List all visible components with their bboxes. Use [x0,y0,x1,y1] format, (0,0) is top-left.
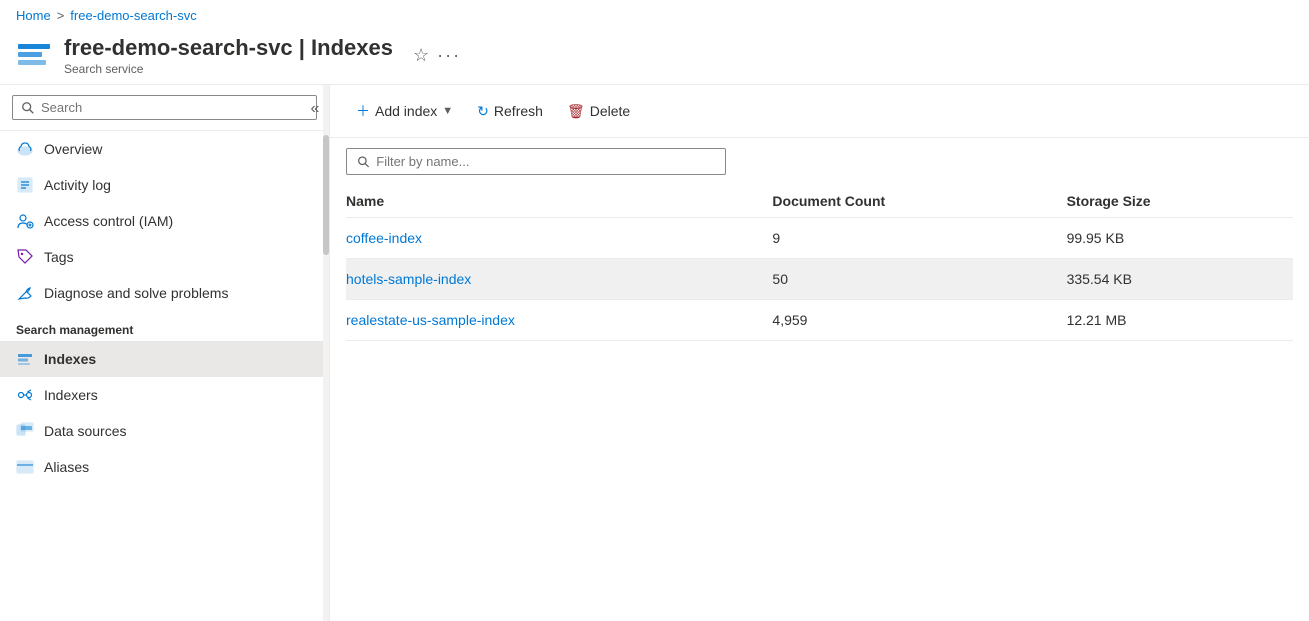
refresh-label: Refresh [494,103,543,119]
col-storage: Storage Size [1067,185,1293,218]
indexers-icon [16,386,34,404]
sidebar: « Overview [0,85,330,621]
log-icon [16,176,34,194]
sidebar-item-indexers[interactable]: Indexers [0,377,329,413]
filter-input-container[interactable] [346,148,726,175]
sidebar-item-diagnose-label: Diagnose and solve problems [44,285,228,301]
iam-icon [16,212,34,230]
breadcrumb-current[interactable]: free-demo-search-svc [70,8,196,23]
header-actions: ☆ ··· [413,45,461,66]
breadcrumb-home[interactable]: Home [16,8,51,23]
page-subtitle: Search service [64,62,393,76]
indexes-icon [16,350,34,368]
index-name-link[interactable]: realestate-us-sample-index [346,312,515,328]
sidebar-item-indexers-label: Indexers [44,387,98,403]
cloud-icon [16,140,34,158]
search-icon [21,101,35,115]
index-name-link[interactable]: hotels-sample-index [346,271,471,287]
sidebar-item-activity-log[interactable]: Activity log [0,167,329,203]
add-index-button[interactable]: ＋ Add index ▼ [346,95,463,127]
search-input[interactable] [41,100,308,115]
aliases-icon [16,458,34,476]
search-box[interactable] [12,95,317,120]
table-row[interactable]: hotels-sample-index 50335.54 KB [346,259,1293,300]
sidebar-nav: Overview Activity log [0,131,329,621]
sidebar-item-datasources-label: Data sources [44,423,126,439]
refresh-button[interactable]: ↻ Refresh [467,97,553,126]
more-options-button[interactable]: ··· [437,45,461,66]
toolbar: ＋ Add index ▼ ↻ Refresh 🗑 Delete [330,85,1309,138]
delete-label: Delete [590,103,630,119]
indexes-table-area: Name Document Count Storage Size coffee-… [330,185,1309,621]
delete-button[interactable]: 🗑 Delete [557,97,640,126]
index-name-link[interactable]: coffee-index [346,230,422,246]
sidebar-item-indexes[interactable]: Indexes [0,341,329,377]
service-icon [16,38,52,74]
tag-icon [16,248,34,266]
storage-size-cell: 12.21 MB [1067,300,1293,341]
refresh-icon: ↻ [477,103,489,120]
sidebar-item-iam-label: Access control (IAM) [44,213,173,229]
doc-count-cell: 50 [772,259,1066,300]
sidebar-item-activity-label: Activity log [44,177,111,193]
sidebar-item-overview[interactable]: Overview [0,131,329,167]
filter-input[interactable] [376,154,715,169]
doc-count-cell: 9 [772,218,1066,259]
sidebar-scrollbar[interactable] [323,85,329,621]
storage-size-cell: 99.95 KB [1067,218,1293,259]
wrench-icon [16,284,34,302]
add-index-label: Add index [375,103,437,119]
sidebar-item-iam[interactable]: Access control (IAM) [0,203,329,239]
content-area: ＋ Add index ▼ ↻ Refresh 🗑 Delete [330,85,1309,621]
table-row[interactable]: realestate-us-sample-index 4,95912.21 MB [346,300,1293,341]
add-index-chevron: ▼ [442,105,453,117]
indexes-table: Name Document Count Storage Size coffee-… [346,185,1293,341]
sidebar-item-data-sources[interactable]: Data sources [0,413,329,449]
sidebar-search-area: « [0,85,329,131]
search-management-section: Search management [0,311,329,341]
sidebar-item-diagnose[interactable]: Diagnose and solve problems [0,275,329,311]
sidebar-item-aliases[interactable]: Aliases [0,449,329,485]
breadcrumb: Home > free-demo-search-svc [0,0,1309,31]
sidebar-item-tags[interactable]: Tags [0,239,329,275]
page-header: free-demo-search-svc | Indexes Search se… [0,31,1309,85]
filter-search-icon [357,155,370,169]
col-name: Name [346,185,772,218]
sidebar-item-overview-label: Overview [44,141,102,157]
delete-icon: 🗑 [567,103,585,120]
sidebar-item-tags-label: Tags [44,249,74,265]
table-row[interactable]: coffee-index 999.95 KB [346,218,1293,259]
favorite-button[interactable]: ☆ [413,45,429,66]
plus-icon: ＋ [356,101,370,121]
doc-count-cell: 4,959 [772,300,1066,341]
sidebar-item-aliases-label: Aliases [44,459,89,475]
sidebar-item-indexes-label: Indexes [44,351,96,367]
filter-bar [330,138,1309,185]
breadcrumb-separator: > [57,8,65,23]
col-doc-count: Document Count [772,185,1066,218]
datasources-icon [16,422,34,440]
storage-size-cell: 335.54 KB [1067,259,1293,300]
page-title: free-demo-search-svc | Indexes [64,35,393,61]
sidebar-scroll-thumb[interactable] [323,135,329,255]
